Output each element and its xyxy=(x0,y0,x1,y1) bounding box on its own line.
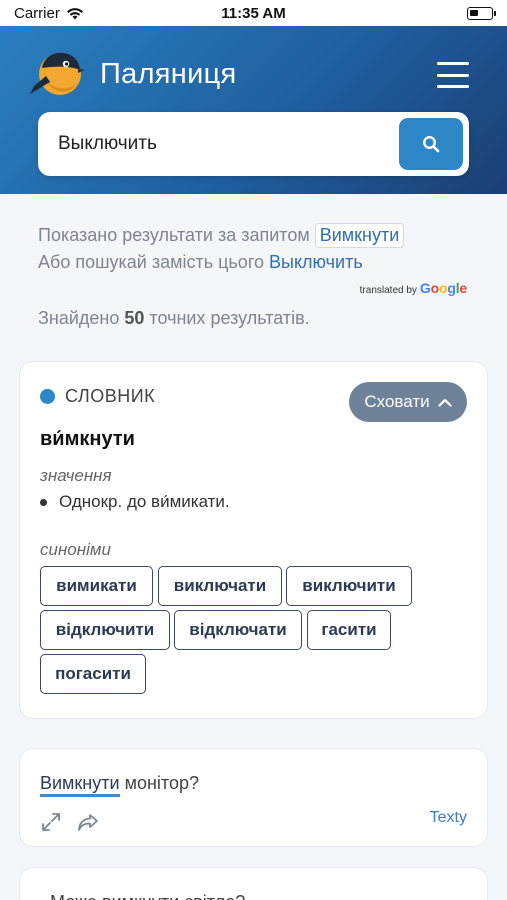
synonyms-label: синоніми xyxy=(40,540,112,559)
synonym-chip[interactable]: виключити xyxy=(286,566,412,606)
results-info: Показано результати за запитом Вимкнути … xyxy=(38,222,469,276)
synonym-chip[interactable]: вимикати xyxy=(40,566,153,606)
found-count: 50 xyxy=(124,308,145,328)
app-header: Паляниця xyxy=(0,26,507,194)
hide-button[interactable]: Сховати xyxy=(349,382,467,422)
instead-prefix: Або пошукай замість цього xyxy=(38,252,265,272)
meaning-label: значення xyxy=(40,466,112,485)
search-button[interactable] xyxy=(399,118,463,170)
search-input[interactable] xyxy=(58,112,388,176)
shown-query-chip[interactable]: Вимкнути xyxy=(314,223,405,248)
app-title: Паляниця xyxy=(100,58,237,90)
translated-by-label: translated by xyxy=(359,285,417,296)
example-source-link[interactable]: Texty xyxy=(430,809,467,827)
example-text: Вимкнути монітор? xyxy=(40,773,199,797)
dictionary-card: СЛОВНИК Сховати ви́мкнути значення Однок… xyxy=(19,361,488,719)
synonym-chip[interactable]: гасити xyxy=(307,610,391,650)
carrier-label: Carrier xyxy=(14,4,60,22)
example-card[interactable]: Вимкнути монітор? Texty xyxy=(19,748,488,847)
share-icon[interactable] xyxy=(76,811,100,833)
search-icon xyxy=(422,135,440,153)
example-text: Може вимкнути світло? xyxy=(50,892,245,900)
hide-button-label: Сховати xyxy=(364,392,430,411)
chevron-up-icon xyxy=(438,398,452,407)
instead-query-link[interactable]: Выключить xyxy=(269,252,363,272)
example-rest: монітор? xyxy=(124,773,199,793)
bird-logo-icon xyxy=(30,52,85,95)
status-bar: Carrier 11:35 AM xyxy=(0,0,507,26)
meaning-item: Однокр. до ви́микати. xyxy=(40,492,230,512)
dictionary-header: СЛОВНИК xyxy=(40,386,155,407)
bullet-icon xyxy=(40,498,47,506)
synonym-chip[interactable]: виключати xyxy=(158,566,282,606)
hamburger-menu-icon[interactable] xyxy=(437,62,469,88)
example-actions xyxy=(40,811,100,833)
synonym-chip[interactable]: відключити xyxy=(40,610,170,650)
translated-by-google: translated by Google xyxy=(359,280,468,296)
shown-prefix: Показано результати за запитом xyxy=(38,225,310,245)
dictionary-title: СЛОВНИК xyxy=(65,386,156,406)
synonym-chip[interactable]: відключати xyxy=(174,610,302,650)
found-suffix: точних результатів. xyxy=(149,308,310,328)
google-logo: Google xyxy=(419,280,467,296)
found-count-text: Знайдено 50 точних результатів. xyxy=(38,308,310,329)
example-highlight: Вимкнути xyxy=(40,773,120,797)
found-prefix: Знайдено xyxy=(38,308,120,328)
wifi-icon xyxy=(66,7,83,19)
headword: ви́мкнути xyxy=(40,428,135,450)
battery-icon xyxy=(467,6,496,20)
section-dot-icon xyxy=(40,389,55,404)
meaning-text: Однокр. до ви́микати. xyxy=(59,492,230,511)
synonym-chip[interactable]: погасити xyxy=(40,654,146,694)
expand-icon[interactable] xyxy=(40,811,62,833)
search-bar xyxy=(38,112,469,176)
example-card[interactable]: Може вимкнути світло? xyxy=(19,867,488,900)
